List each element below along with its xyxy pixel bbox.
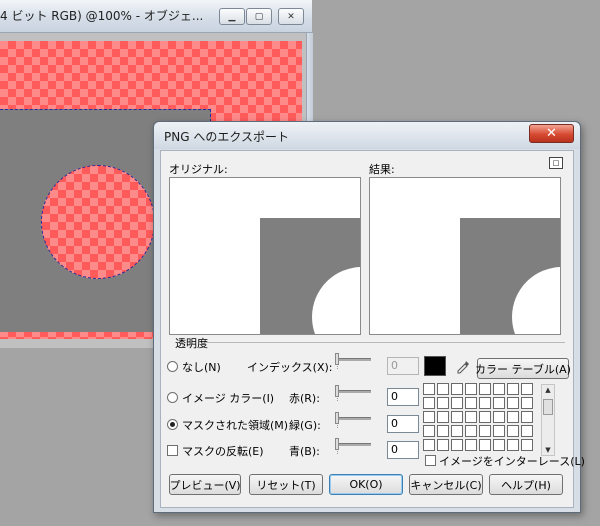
interlace-label: イメージをインターレース(L) <box>439 455 585 468</box>
red-field[interactable]: 0 <box>387 388 419 406</box>
fit-preview-icon[interactable]: □ <box>549 157 563 169</box>
palette-cell[interactable] <box>437 425 449 437</box>
color-table-button[interactable]: カラー テーブル(A) <box>475 358 571 379</box>
palette-cell[interactable] <box>437 411 449 423</box>
radio-image-color[interactable] <box>167 392 178 403</box>
png-export-dialog: PNG へのエクスポート ✕ オリジナル: 結果: □ 透明度 なし(N) イン… <box>153 121 585 513</box>
maximize-icon[interactable]: ▢ <box>246 8 272 25</box>
palette-cell[interactable] <box>479 425 491 437</box>
minimize-icon[interactable]: ▁ <box>219 8 245 25</box>
eyedropper-icon[interactable] <box>455 360 471 374</box>
palette-cell[interactable] <box>465 425 477 437</box>
palette-cell[interactable] <box>521 439 533 451</box>
group-divider <box>205 342 565 343</box>
palette-cell[interactable] <box>423 411 435 423</box>
palette-cell[interactable] <box>451 411 463 423</box>
ok-button[interactable]: OK(O) <box>329 474 403 495</box>
help-button[interactable]: ヘルプ(H) <box>489 474 563 495</box>
palette-cell[interactable] <box>507 439 519 451</box>
circle-selection <box>41 165 155 279</box>
palette-cell[interactable] <box>493 397 505 409</box>
reset-button[interactable]: リセット(T) <box>249 474 323 495</box>
palette-cell[interactable] <box>493 383 505 395</box>
radio-none[interactable] <box>167 361 178 372</box>
original-label: オリジナル: <box>169 163 228 176</box>
palette-cell[interactable] <box>451 439 463 451</box>
palette-cell[interactable] <box>507 397 519 409</box>
palette-cell[interactable] <box>423 439 435 451</box>
index-slider[interactable] <box>335 351 375 371</box>
palette-cell[interactable] <box>493 411 505 423</box>
palette-cell[interactable] <box>521 425 533 437</box>
palette-cell[interactable] <box>465 383 477 395</box>
palette-cell[interactable] <box>507 383 519 395</box>
radio-image-color-label: イメージ カラー(I) <box>182 392 275 405</box>
palette-cell[interactable] <box>493 439 505 451</box>
transparent-color-swatch[interactable] <box>424 356 446 376</box>
palette-cell[interactable] <box>507 411 519 423</box>
blue-slider[interactable] <box>335 436 375 456</box>
transparency-group-label: 透明度 <box>175 337 208 350</box>
close-icon[interactable]: ✕ <box>278 8 304 25</box>
palette-cell[interactable] <box>465 397 477 409</box>
palette-cell[interactable] <box>479 439 491 451</box>
original-preview[interactable] <box>169 177 361 335</box>
scroll-up-icon[interactable]: ▲ <box>542 385 554 395</box>
index-label: インデックス(X): <box>247 361 333 374</box>
dialog-titlebar[interactable]: PNG へのエクスポート ✕ <box>154 122 580 149</box>
blue-label: 青(B): <box>289 445 320 458</box>
palette-cell[interactable] <box>451 397 463 409</box>
palette-cell[interactable] <box>423 383 435 395</box>
dialog-close-icon[interactable]: ✕ <box>529 124 574 143</box>
palette-cell[interactable] <box>521 397 533 409</box>
index-field[interactable]: 0 <box>387 357 419 375</box>
palette-cell[interactable] <box>465 439 477 451</box>
palette-cell[interactable] <box>451 383 463 395</box>
green-slider[interactable] <box>335 410 375 430</box>
palette-cell[interactable] <box>521 411 533 423</box>
green-label: 緑(G): <box>289 419 321 432</box>
palette-cell[interactable] <box>423 425 435 437</box>
invert-mask-checkbox[interactable] <box>167 445 178 456</box>
palette-cell[interactable] <box>451 425 463 437</box>
radio-none-label: なし(N) <box>182 361 221 374</box>
palette-cell[interactable] <box>437 439 449 451</box>
document-titlebar[interactable]: 4 ビット RGB) @100% - オブジェ... ▁ ▢ ✕ <box>0 0 312 33</box>
invert-mask-label: マスクの反転(E) <box>182 445 264 458</box>
palette-cell[interactable] <box>493 425 505 437</box>
dialog-title: PNG へのエクスポート <box>164 130 289 144</box>
palette-cell[interactable] <box>479 411 491 423</box>
color-palette-grid[interactable] <box>423 383 535 455</box>
palette-cell[interactable] <box>437 383 449 395</box>
red-label: 赤(R): <box>289 392 320 405</box>
radio-masked-area[interactable] <box>167 419 178 430</box>
palette-cell[interactable] <box>423 397 435 409</box>
document-title: 4 ビット RGB) @100% - オブジェ... <box>0 9 204 23</box>
palette-cell[interactable] <box>521 383 533 395</box>
blue-field[interactable]: 0 <box>387 441 419 459</box>
red-slider[interactable] <box>335 383 375 403</box>
result-preview[interactable] <box>369 177 561 335</box>
palette-cell[interactable] <box>465 411 477 423</box>
result-label: 結果: <box>369 163 395 176</box>
palette-cell[interactable] <box>507 425 519 437</box>
radio-masked-area-label: マスクされた領域(M) <box>182 419 289 432</box>
palette-scrollbar[interactable]: ▲ ▼ <box>541 384 555 456</box>
cancel-button[interactable]: キャンセル(C) <box>409 474 483 495</box>
green-field[interactable]: 0 <box>387 415 419 433</box>
palette-cell[interactable] <box>437 397 449 409</box>
interlace-checkbox[interactable] <box>425 455 436 466</box>
palette-cell[interactable] <box>479 397 491 409</box>
preview-button[interactable]: プレビュー(V) <box>169 474 241 495</box>
palette-cell[interactable] <box>479 383 491 395</box>
dialog-body: オリジナル: 結果: □ 透明度 なし(N) インデックス(X): 0 カラー … <box>160 150 585 508</box>
scroll-thumb[interactable] <box>543 399 553 415</box>
